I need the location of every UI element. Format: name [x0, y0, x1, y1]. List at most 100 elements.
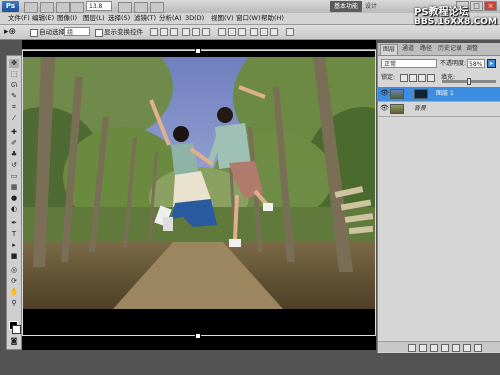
workspace-essentials-button[interactable]: 基本功能 [330, 1, 362, 12]
add-mask-icon[interactable] [430, 344, 438, 352]
hand-tool-icon[interactable]: ✋ [9, 288, 19, 297]
new-group-icon[interactable] [452, 344, 460, 352]
layer-mask-thumbnail [414, 89, 428, 99]
tab-layers[interactable]: 图层 [380, 44, 399, 55]
menu-layer[interactable]: 图层(L) [83, 13, 105, 24]
arrange-documents-icon[interactable] [134, 2, 148, 13]
type-tool-icon[interactable]: T [9, 230, 19, 239]
background-color-swatch[interactable] [12, 325, 21, 334]
menu-file[interactable]: 文件(F) [8, 13, 30, 24]
show-transform-checkbox[interactable] [95, 29, 103, 37]
layer-row-background[interactable]: 👁 背景 [378, 102, 500, 117]
distribute-vcenter-icon[interactable] [228, 28, 236, 36]
zoom-level-icon[interactable] [70, 2, 84, 13]
crop-tool-icon[interactable]: ⌗ [9, 103, 19, 112]
auto-select-checkbox[interactable] [30, 29, 38, 37]
gradient-tool-icon[interactable]: ▦ [9, 183, 19, 192]
guides-icon[interactable] [56, 2, 70, 13]
eye-icon[interactable]: 👁 [380, 90, 389, 97]
3d-orbit-tool-icon[interactable]: ⟳ [9, 277, 19, 286]
adjustment-layer-icon[interactable] [441, 344, 449, 352]
workspace-design-button[interactable]: 设计 [365, 1, 387, 12]
align-hcenter-icon[interactable] [192, 28, 200, 36]
zoom-tool-icon[interactable]: ⚲ [9, 299, 19, 308]
link-layers-icon[interactable] [408, 344, 416, 352]
brush-tool-icon[interactable]: ✐ [9, 139, 19, 148]
lock-label: 锁定: [381, 74, 396, 81]
tab-channels[interactable]: 通道 [400, 44, 416, 54]
path-select-tool-icon[interactable]: ▸ [9, 241, 19, 250]
fill-slider-thumb[interactable] [467, 78, 471, 85]
layer-style-icon[interactable] [419, 344, 427, 352]
layer-thumbnail [390, 89, 404, 99]
menu-select[interactable]: 选择(S) [108, 13, 130, 24]
photoshop-logo-icon: Ps [2, 1, 19, 12]
eraser-tool-icon[interactable]: ▭ [9, 172, 19, 181]
eyedropper-tool-icon[interactable]: ⁄ [9, 114, 19, 123]
watermark-url: BBS.16XX8.COM [414, 17, 497, 27]
auto-align-icon[interactable] [286, 28, 294, 36]
tools-panel: ✥ ⬚ ᘏ ✎ ⌗ ⁄ ✚ ✐ ♣ ↺ ▭ ▦ ● ◐ ✒ T ▸ ■ ◎ ⟳ … [6, 55, 22, 350]
tab-adjustments[interactable]: 调整 [464, 44, 480, 54]
opacity-field[interactable]: 58% [467, 59, 485, 68]
trash-icon[interactable] [474, 344, 482, 352]
healing-brush-tool-icon[interactable]: ✚ [9, 128, 19, 137]
blend-mode-dropdown[interactable]: 正常 [381, 59, 437, 68]
shape-tool-icon[interactable]: ■ [9, 252, 19, 261]
align-left-icon[interactable] [182, 28, 190, 36]
tab-history[interactable]: 历史记录 [436, 44, 464, 54]
clone-stamp-tool-icon[interactable]: ♣ [9, 150, 19, 159]
opacity-arrow-icon[interactable]: ▸ [487, 59, 496, 68]
menu-analysis[interactable]: 分析(A) [159, 13, 182, 24]
layers-panel-footer [378, 341, 500, 352]
align-top-icon[interactable] [150, 28, 158, 36]
distribute-right-icon[interactable] [270, 28, 278, 36]
move-tool-preset-icon[interactable]: ▸⊕ [4, 27, 16, 37]
maximize-button[interactable]: □ [470, 1, 483, 11]
quick-mask-icon[interactable]: ◙ [9, 337, 19, 346]
distribute-top-icon[interactable] [218, 28, 226, 36]
history-brush-tool-icon[interactable]: ↺ [9, 161, 19, 170]
distribute-bottom-icon[interactable] [238, 28, 246, 36]
menu-image[interactable]: 图像(I) [57, 13, 77, 24]
marquee-tool-icon[interactable]: ⬚ [9, 70, 19, 79]
menu-help[interactable]: 帮助(H) [261, 13, 284, 24]
align-right-icon[interactable] [202, 28, 210, 36]
menu-filter[interactable]: 滤镜(T) [134, 13, 156, 24]
auto-select-dropdown[interactable]: 组 [64, 27, 90, 36]
lock-transparency-icon[interactable] [400, 74, 408, 82]
opacity-label: 不透明度: [440, 60, 467, 67]
screen-mode-icon[interactable] [150, 2, 164, 13]
menu-view[interactable]: 视图(V) [211, 13, 234, 24]
transform-handle-top[interactable] [195, 48, 201, 54]
bridge-icon[interactable] [24, 2, 38, 13]
align-vcenter-icon[interactable] [160, 28, 168, 36]
dodge-tool-icon[interactable]: ◐ [9, 205, 19, 214]
hand-tool-icon[interactable] [118, 2, 132, 13]
menu-3d[interactable]: 3D(D) [185, 13, 204, 24]
pen-tool-icon[interactable]: ✒ [9, 219, 19, 228]
options-bar: ▸⊕ 自动选择: 组 显示变换控件 [0, 25, 500, 40]
lock-all-icon[interactable] [427, 74, 435, 82]
lock-pixels-icon[interactable] [409, 74, 417, 82]
distribute-left-icon[interactable] [250, 28, 258, 36]
transform-handle-bottom[interactable] [195, 333, 201, 339]
move-tool-icon[interactable]: ✥ [9, 59, 19, 68]
lock-position-icon[interactable] [418, 74, 426, 82]
3d-rotate-tool-icon[interactable]: ◎ [9, 266, 19, 275]
align-bottom-icon[interactable] [170, 28, 178, 36]
new-layer-icon[interactable] [463, 344, 471, 352]
tab-paths[interactable]: 路径 [418, 44, 434, 54]
mini-bridge-icon[interactable] [40, 2, 54, 13]
quick-select-tool-icon[interactable]: ✎ [9, 92, 19, 101]
menu-window[interactable]: 窗口(W) [236, 13, 261, 24]
layer-name: 背景 [414, 105, 427, 112]
close-button[interactable]: × [484, 1, 497, 11]
zoom-field[interactable]: 13.8 [86, 1, 112, 11]
blur-tool-icon[interactable]: ● [9, 194, 19, 203]
eye-icon[interactable]: 👁 [380, 105, 389, 112]
menu-edit[interactable]: 编辑(E) [32, 13, 54, 24]
distribute-hcenter-icon[interactable] [260, 28, 268, 36]
layer-row-layer1[interactable]: 👁 图层 1 [378, 87, 500, 102]
lasso-tool-icon[interactable]: ᘏ [9, 81, 19, 90]
